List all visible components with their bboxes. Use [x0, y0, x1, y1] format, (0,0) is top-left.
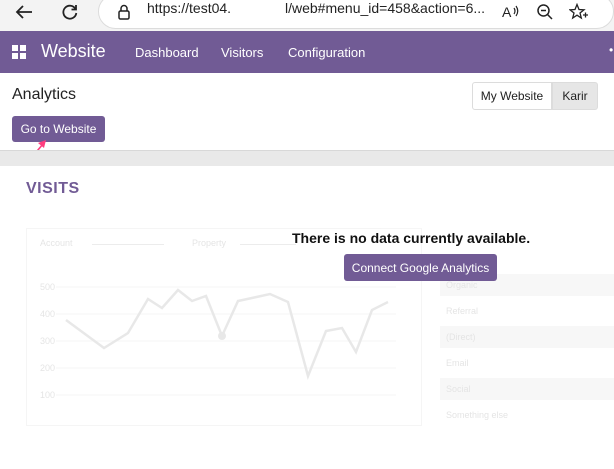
- app-brand[interactable]: Website: [41, 41, 106, 62]
- section-divider: [0, 150, 614, 166]
- website-switch-karir[interactable]: Karir: [552, 82, 598, 110]
- url-redaction: [236, 2, 284, 24]
- address-bar[interactable]: https://test04. l/web#menu_id=458&action…: [98, 0, 614, 29]
- systray-overflow-icon[interactable]: •: [609, 43, 613, 57]
- visits-heading: VISITS: [26, 180, 80, 197]
- page-title: Analytics: [12, 86, 77, 103]
- favorite-add-icon[interactable]: [567, 0, 591, 24]
- y-tick: 500: [40, 282, 56, 292]
- browser-toolbar: https://test04. l/web#menu_id=458&action…: [0, 0, 614, 31]
- svg-text:A: A: [502, 4, 512, 20]
- website-switch-my-website[interactable]: My Website: [472, 82, 552, 110]
- apps-grid-icon[interactable]: [7, 40, 31, 64]
- nav-dashboard[interactable]: Dashboard: [135, 45, 199, 60]
- lock-icon[interactable]: [112, 0, 136, 24]
- y-tick: 300: [40, 336, 56, 346]
- table-row: Something else: [446, 410, 509, 420]
- url-text-end: l/web#menu_id=458&action=6...: [285, 0, 486, 16]
- connect-google-analytics-button[interactable]: Connect Google Analytics: [344, 254, 497, 281]
- read-aloud-icon[interactable]: A: [499, 0, 523, 24]
- placeholder-dashboard: Account Property 500 400 300 200 100 Org…: [26, 228, 614, 428]
- y-tick: 400: [40, 309, 56, 319]
- placeholder-table: Organic Referral (Direct) Email Social S…: [440, 258, 614, 426]
- reload-icon[interactable]: [58, 0, 82, 24]
- y-tick: 200: [40, 363, 56, 373]
- placeholder-line-chart: [56, 286, 396, 396]
- back-arrow-icon[interactable]: [12, 0, 36, 24]
- main-navbar: Website Dashboard Visitors Configuration…: [0, 31, 614, 73]
- table-row: Referral: [446, 306, 479, 316]
- nav-configuration[interactable]: Configuration: [288, 45, 365, 60]
- nav-visitors[interactable]: Visitors: [221, 45, 263, 60]
- zoom-out-icon[interactable]: [533, 0, 557, 24]
- table-row: Organic: [446, 280, 478, 290]
- table-row: (Direct): [446, 332, 476, 342]
- table-row: Email: [446, 358, 469, 368]
- table-row: Social: [446, 384, 471, 394]
- no-data-message: There is no data currently available.: [292, 230, 531, 246]
- url-text-start: https://test04.: [147, 0, 232, 16]
- y-tick: 100: [40, 390, 56, 400]
